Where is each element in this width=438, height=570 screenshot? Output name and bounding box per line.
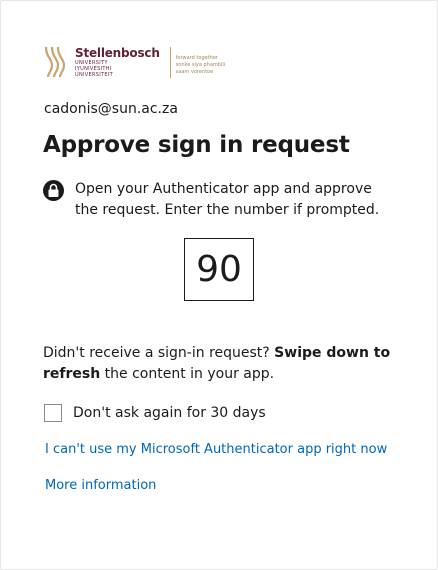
logo-divider <box>169 46 171 78</box>
cant-use-authenticator-link[interactable]: I can't use my Microsoft Authenticator a… <box>45 442 387 457</box>
help-prefix: Didn't receive a sign-in request? <box>43 345 275 361</box>
number-match-display: 90 <box>184 238 254 301</box>
help-suffix: the content in your app. <box>100 366 275 382</box>
authenticator-lock-icon <box>43 180 64 201</box>
no-request-help-text: Didn't receive a sign-in request? Swipe … <box>43 343 403 385</box>
logo-wordmark: Stellenbosch UNIVERSITY IYUNIVESITHI UNI… <box>75 45 160 78</box>
dont-ask-again-checkbox[interactable] <box>44 404 62 422</box>
university-logo: Stellenbosch UNIVERSITY IYUNIVESITHI UNI… <box>43 45 225 79</box>
account-email: cadonis@sun.ac.za <box>44 101 178 117</box>
more-information-link[interactable]: More information <box>45 478 156 493</box>
logo-title: Stellenbosch <box>75 45 160 60</box>
logo-subtitle-3: UNIVERSITEIT <box>75 71 113 78</box>
logo-tagline-1: forward together <box>175 54 218 61</box>
logo-tagline: forward together sonke siya phambili saa… <box>176 55 225 76</box>
instruction-text: Open your Authenticator app and approve … <box>75 181 380 218</box>
instruction-block: Open your Authenticator app and approve … <box>43 179 395 221</box>
dont-ask-again-option[interactable]: Don't ask again for 30 days <box>44 404 266 422</box>
stellenbosch-logo-icon <box>44 46 66 78</box>
page-title: Approve sign in request <box>43 132 350 158</box>
dont-ask-again-label[interactable]: Don't ask again for 30 days <box>73 405 266 421</box>
logo-tagline-2: sonke siya phambili <box>175 61 226 68</box>
logo-tagline-3: saam vorentoe <box>175 68 214 75</box>
